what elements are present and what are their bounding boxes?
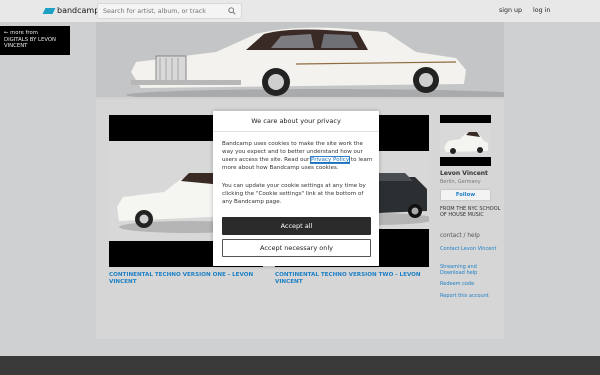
artist-banner-image	[96, 22, 504, 97]
privacy-policy-link[interactable]: Privacy Policy	[310, 156, 351, 164]
release-title-1[interactable]: CONTINENTAL TECHNO VERSION ONE - LEVON V…	[109, 272, 269, 287]
bandcamp-logo[interactable]: bandcamp	[42, 6, 100, 15]
cookie-consent-dialog: We care about your privacy Bandcamp uses…	[213, 111, 379, 266]
search-box	[97, 3, 242, 19]
search-input[interactable]	[98, 7, 226, 15]
back-line-1: ← more from	[4, 30, 38, 36]
footer	[0, 356, 600, 375]
search-icon[interactable]	[228, 7, 236, 15]
artist-bio: FROM THE NYC SCHOOL OF HOUSE MUSIC	[440, 206, 501, 218]
back-line-3: VINCENT	[4, 43, 28, 50]
sign-up-link[interactable]: sign up	[499, 7, 522, 14]
artist-photo-art	[440, 115, 491, 166]
accept-all-button[interactable]: Accept all	[222, 217, 371, 235]
dialog-paragraph-1: Bandcamp uses cookies to make the site w…	[222, 140, 374, 172]
dialog-title: We care about your privacy	[213, 111, 379, 132]
contact-artist-link[interactable]: Contact Levon Vincent	[440, 246, 500, 252]
logo-text: bandcamp	[57, 6, 100, 15]
log-in-link[interactable]: log in	[533, 7, 550, 14]
accept-necessary-button[interactable]: Accept necessary only	[222, 239, 371, 257]
release-title-2[interactable]: CONTINENTAL TECHNO VERSION TWO - LEVON V…	[275, 272, 435, 287]
redeem-code-link[interactable]: Redeem code	[440, 281, 500, 287]
report-account-link[interactable]: Report this account	[440, 293, 500, 299]
contact-heading: contact / help	[440, 233, 480, 239]
follow-button[interactable]: Follow	[440, 189, 491, 201]
artist-name: Levon Vincent	[440, 170, 488, 177]
artist-photo[interactable]	[440, 115, 491, 166]
more-from-label-link[interactable]: ← more from DIGITALS BY LEVON VINCENT	[0, 26, 70, 55]
banner-car-illustration	[96, 22, 504, 97]
artist-location: Berlin, Germany	[440, 179, 481, 185]
bandcamp-logo-icon	[42, 7, 56, 14]
back-line-2: DIGITALS BY LEVON	[4, 36, 56, 43]
dialog-paragraph-2: You can update your cookie settings at a…	[222, 183, 366, 205]
streaming-help-link[interactable]: Streaming and Download help	[440, 264, 500, 276]
top-bar: bandcamp sign up log in	[0, 0, 600, 22]
